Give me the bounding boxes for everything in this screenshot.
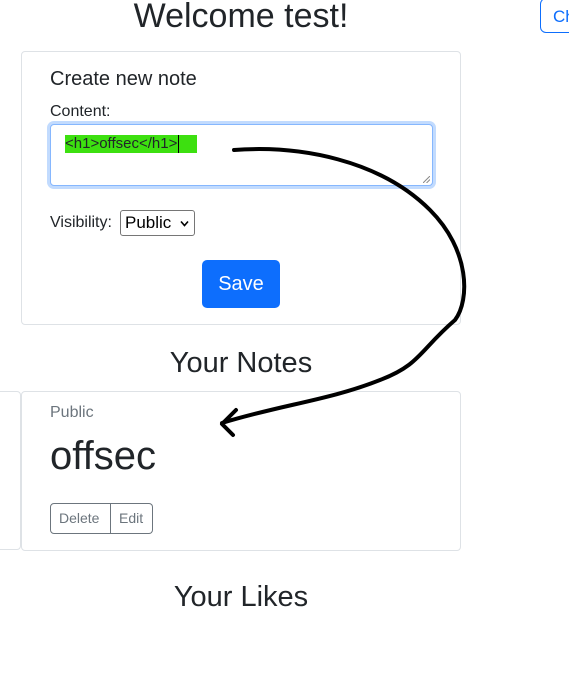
create-note-title: Create new note [50, 68, 197, 90]
your-likes-heading: Your Likes [173, 581, 309, 613]
save-button[interactable]: Save [202, 260, 280, 308]
resize-grip-icon[interactable] [423, 176, 430, 183]
your-notes-heading: Your Notes [169, 347, 313, 379]
visibility-select[interactable]: Public [120, 210, 195, 236]
note-card: Public offsec Delete Edit [21, 391, 461, 551]
top-right-button[interactable]: Ch [540, 0, 569, 33]
welcome-heading: Welcome test! [133, 0, 349, 35]
chevron-down-icon [180, 220, 189, 227]
note-actions: Delete Edit [50, 503, 153, 534]
partial-note-card [0, 391, 21, 550]
content-label: Content: [50, 103, 111, 120]
text-caret [178, 135, 180, 153]
visibility-label: Visibility: [50, 214, 112, 231]
note-visibility: Public [50, 404, 94, 421]
content-textarea[interactable]: <h1>offsec</h1> [50, 124, 433, 186]
page: Welcome test! Ch Create new note Content… [0, 0, 569, 673]
visibility-selected-value: Public [125, 213, 172, 232]
create-note-card: Create new note Content: <h1>offsec</h1>… [21, 51, 461, 325]
delete-button[interactable]: Delete [50, 503, 111, 534]
note-content: offsec [50, 434, 156, 478]
content-textarea-value: <h1>offsec</h1> [65, 135, 198, 153]
edit-button[interactable]: Edit [111, 503, 153, 534]
